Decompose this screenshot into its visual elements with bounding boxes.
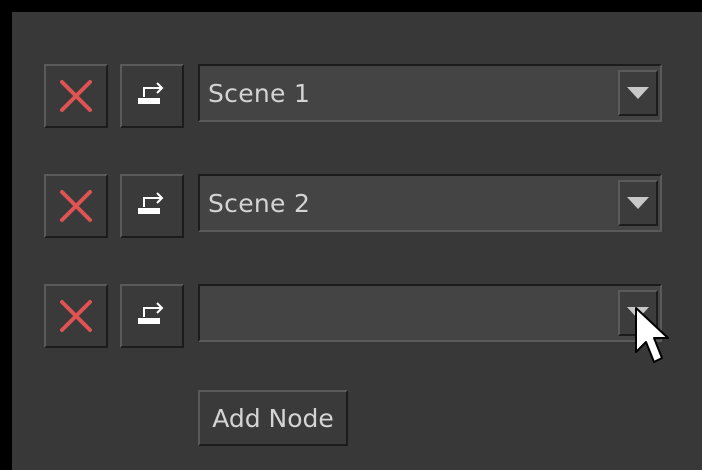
- scene-dropdown-value: Scene 2: [208, 189, 311, 218]
- swap-icon: [138, 82, 164, 104]
- close-icon: [60, 300, 92, 332]
- scene-dropdown[interactable]: Scene 1: [198, 64, 662, 122]
- chevron-down-icon: [627, 87, 649, 99]
- pointer-cursor-icon: [635, 307, 669, 363]
- close-icon: [60, 190, 92, 222]
- reorder-node-button[interactable]: [120, 174, 184, 238]
- scene-dropdown[interactable]: [198, 284, 662, 342]
- reorder-node-button[interactable]: [120, 284, 184, 348]
- swap-icon: [138, 302, 164, 324]
- reorder-node-button[interactable]: [120, 64, 184, 128]
- add-node-button[interactable]: Add Node: [198, 390, 348, 446]
- dropdown-arrow-button[interactable]: [618, 180, 658, 226]
- node-panel: Scene 1 Scene 2 Add Node: [12, 12, 702, 470]
- delete-node-button[interactable]: [44, 284, 108, 348]
- close-icon: [60, 80, 92, 112]
- chevron-down-icon: [627, 197, 649, 209]
- scene-dropdown[interactable]: Scene 2: [198, 174, 662, 232]
- delete-node-button[interactable]: [44, 174, 108, 238]
- dropdown-arrow-button[interactable]: [618, 70, 658, 116]
- swap-icon: [138, 192, 164, 214]
- delete-node-button[interactable]: [44, 64, 108, 128]
- scene-dropdown-value: Scene 1: [208, 79, 311, 108]
